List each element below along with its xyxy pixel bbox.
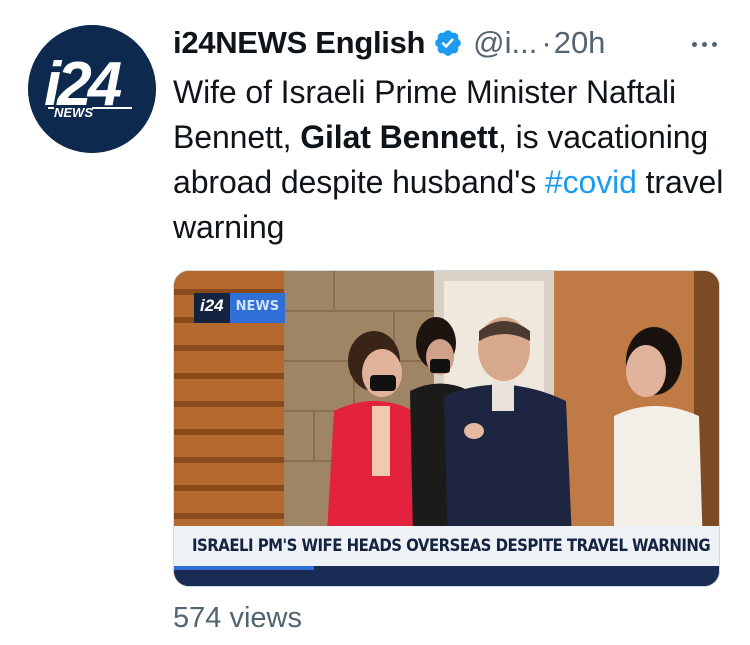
view-count: 574 views: [173, 602, 302, 634]
channel-logo: i24 NEWS: [194, 293, 286, 323]
tweet-card[interactable]: i24 NEWS i24NEWS English @i... · 20h Wif…: [0, 0, 750, 645]
chyron-accent: [174, 566, 314, 570]
verified-badge-icon: [435, 30, 461, 56]
avatar-logo-subtext: NEWS: [54, 105, 93, 120]
channel-logo-side: NEWS: [229, 293, 286, 323]
tweet-text-bold: Gilat Bennett: [300, 119, 499, 155]
tweet-media-video[interactable]: i24 NEWS ISRAELI PM'S WIFE HEADS OVERSEA…: [173, 270, 720, 587]
tweet-timestamp[interactable]: 20h: [554, 25, 606, 61]
header-separator: ·: [541, 25, 552, 60]
author-handle[interactable]: @i...: [473, 25, 537, 61]
i24news-logo: i24 NEWS: [28, 25, 156, 153]
channel-logo-main: i24: [194, 293, 230, 323]
hashtag-link[interactable]: #covid: [545, 164, 637, 200]
avatar[interactable]: i24 NEWS: [28, 25, 156, 153]
chyron-bar: [174, 566, 719, 586]
news-chyron: ISRAELI PM'S WIFE HEADS OVERSEAS DESPITE…: [174, 526, 719, 566]
tweet-text: Wife of Israeli Prime Minister Naftali B…: [173, 70, 733, 250]
tweet-header: i24NEWS English @i... · 20h: [173, 20, 733, 66]
more-options-icon[interactable]: [692, 24, 717, 64]
chyron-text: ISRAELI PM'S WIFE HEADS OVERSEAS DESPITE…: [192, 536, 711, 556]
author-display-name[interactable]: i24NEWS English: [173, 25, 425, 61]
